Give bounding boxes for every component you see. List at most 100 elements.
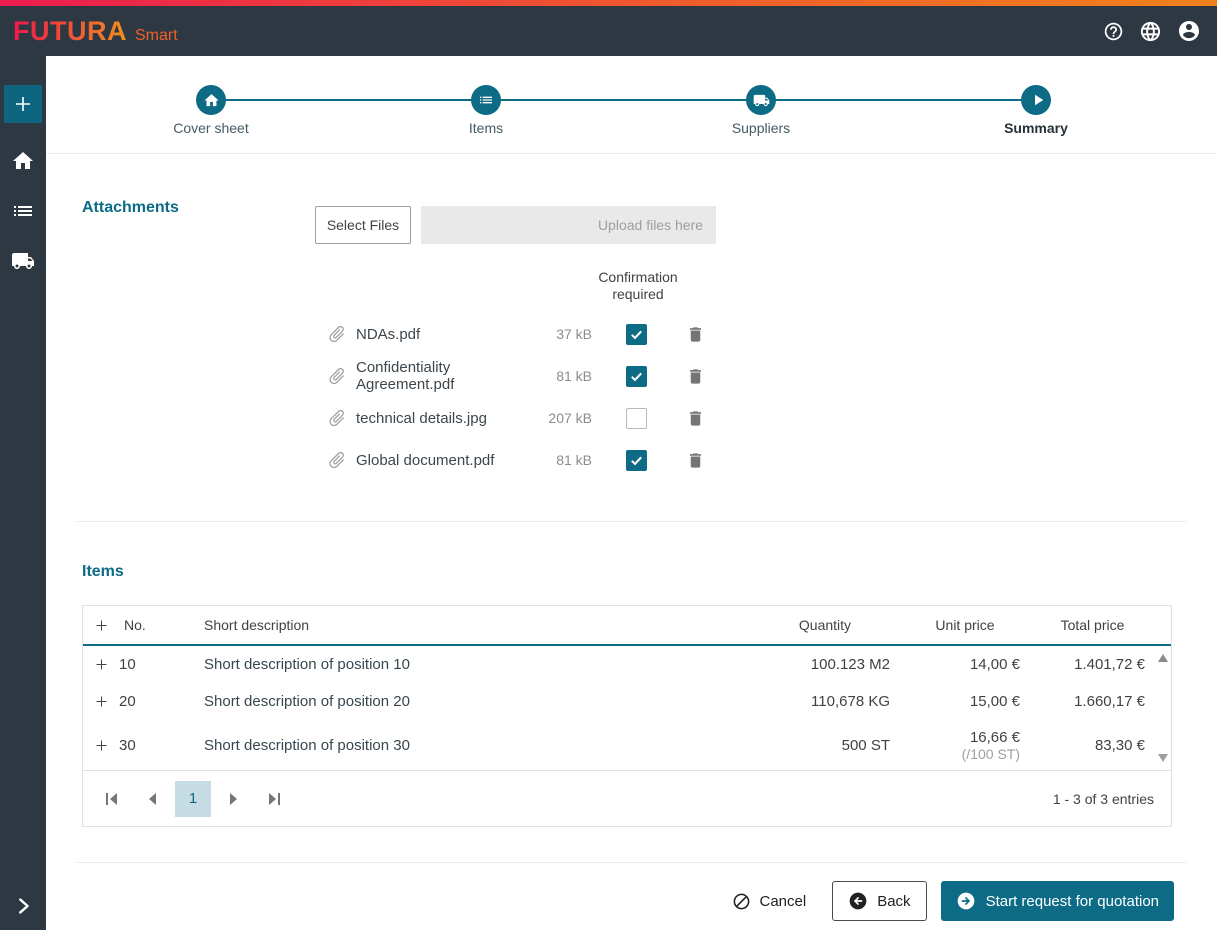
cell-total-price: 83,30 € <box>1094 736 1145 754</box>
confirmation-checkbox[interactable] <box>626 449 647 471</box>
column-header-short-description[interactable]: Short description <box>182 617 750 633</box>
stepper: Cover sheet Items Suppliers Summary <box>46 85 1217 137</box>
column-header-quantity[interactable]: Quantity <box>750 617 900 633</box>
app-header: FUTURA Smart <box>0 6 1217 56</box>
play-icon <box>1021 85 1051 115</box>
home-icon <box>196 85 226 115</box>
step-label: Suppliers <box>731 120 791 136</box>
select-files-button[interactable]: Select Files <box>315 206 411 244</box>
trash-icon[interactable] <box>686 409 706 428</box>
checkbox-check-icon <box>631 456 642 465</box>
back-label: Back <box>877 892 911 910</box>
main-content: Cover sheet Items Suppliers Summary Atta… <box>46 56 1217 930</box>
help-icon[interactable] <box>1103 21 1124 42</box>
column-header-no[interactable]: No. <box>119 617 182 633</box>
start-request-for-quotation-button[interactable]: Start request for quotation <box>940 881 1174 921</box>
sidebar-list-icon[interactable] <box>11 199 35 223</box>
dropzone-placeholder: Upload files here <box>597 217 703 233</box>
expand-row-icon[interactable] <box>83 656 119 673</box>
brand-suffix: Smart <box>134 26 178 44</box>
table-scrollbar[interactable] <box>1155 646 1171 770</box>
table-row: 20 Short description of position 20 110,… <box>83 683 1155 720</box>
truck-icon <box>746 85 776 115</box>
file-dropzone[interactable]: Upload files here <box>421 206 716 244</box>
confirmation-checkbox[interactable] <box>626 407 647 429</box>
step-label: Cover sheet <box>173 120 249 136</box>
step-items[interactable]: Items <box>406 85 566 136</box>
cell-quantity: 100.123 M2 <box>810 656 890 673</box>
user-icon[interactable] <box>1177 19 1201 43</box>
submit-label: Start request for quotation <box>985 892 1159 910</box>
cell-description: Short description of position 10 <box>204 656 410 673</box>
checkbox-check-icon <box>631 372 642 381</box>
back-button[interactable]: Back <box>832 881 927 921</box>
column-header-unit-price[interactable]: Unit price <box>900 617 1030 633</box>
file-name: technical details.jpg <box>356 409 487 427</box>
cancel-label: Cancel <box>759 892 807 910</box>
cell-no: 20 <box>119 693 136 710</box>
divider <box>76 521 1187 522</box>
sidebar-home-icon[interactable] <box>11 149 35 173</box>
step-cover-sheet[interactable]: Cover sheet <box>131 85 291 136</box>
expand-plus-icon[interactable] <box>83 617 119 634</box>
arrow-left-circle-icon <box>848 891 868 911</box>
prev-page-icon[interactable] <box>135 781 171 817</box>
file-row: technical details.jpg 207 kB <box>82 397 1181 439</box>
confirmation-checkbox[interactable] <box>626 323 647 345</box>
items-table-pager: 1 1 - 3 of 3 entries <box>83 770 1171 826</box>
cell-no: 30 <box>119 736 136 754</box>
paperclip-icon <box>327 324 347 344</box>
cell-quantity: 500 ST <box>841 736 890 754</box>
trash-icon[interactable] <box>686 367 706 386</box>
paperclip-icon <box>327 450 347 470</box>
trash-icon[interactable] <box>686 451 706 470</box>
chevron-right-icon[interactable] <box>0 895 46 917</box>
file-name: NDAs.pdf <box>356 325 421 343</box>
file-size: 37 kB <box>556 326 592 342</box>
new-request-button[interactable] <box>4 85 42 123</box>
attachments-title: Attachments <box>82 199 179 216</box>
trash-icon[interactable] <box>686 325 706 344</box>
cell-unit-price: 15,00 € <box>969 693 1020 710</box>
confirmation-checkbox[interactable] <box>626 365 647 387</box>
last-page-icon[interactable] <box>255 781 291 817</box>
sidebar <box>0 56 46 930</box>
paperclip-icon <box>327 366 347 386</box>
cell-unit-price: 14,00 € <box>969 656 1020 673</box>
column-header-total-price[interactable]: Total price <box>1030 617 1155 633</box>
paperclip-icon <box>327 408 347 428</box>
items-title: Items <box>82 563 124 580</box>
cell-quantity: 110,678 KG <box>811 693 890 710</box>
file-size: 81 kB <box>556 368 592 384</box>
file-size: 81 kB <box>556 452 592 468</box>
globe-icon[interactable] <box>1139 20 1162 43</box>
items-table-header: No. Short description Quantity Unit pric… <box>83 606 1171 646</box>
expand-row-icon[interactable] <box>83 693 119 710</box>
next-page-icon[interactable] <box>215 781 251 817</box>
file-row: Confidentiality Agreement.pdf 81 kB <box>82 355 1181 397</box>
cell-description: Short description of position 20 <box>204 693 410 710</box>
scroll-up-icon[interactable] <box>1158 654 1168 662</box>
page-number-current[interactable]: 1 <box>175 780 211 817</box>
cell-unit-price: 16,66 € (/100 ST) <box>900 729 1030 762</box>
sidebar-truck-icon[interactable] <box>11 249 35 273</box>
stepper-connector-line <box>211 99 1036 101</box>
ban-icon <box>732 892 751 911</box>
cell-total-price: 1.401,72 € <box>1074 656 1145 673</box>
attachments-section: Attachments Select Files Upload files he… <box>46 198 1217 481</box>
arrow-right-circle-icon <box>956 891 976 911</box>
file-name: Global document.pdf <box>356 451 495 469</box>
cancel-button[interactable]: Cancel <box>732 892 807 911</box>
items-table: No. Short description Quantity Unit pric… <box>82 605 1172 827</box>
step-suppliers[interactable]: Suppliers <box>681 85 841 136</box>
expand-row-icon[interactable] <box>83 737 119 754</box>
brand-name: FUTURA <box>13 15 127 46</box>
cell-total-price: 1.660,17 € <box>1074 693 1145 710</box>
first-page-icon[interactable] <box>95 781 131 817</box>
step-summary[interactable]: Summary <box>956 85 1116 136</box>
unit-price-note: (/100 ST) <box>961 745 1020 762</box>
brand-logo: FUTURA Smart <box>13 16 178 47</box>
scroll-down-icon[interactable] <box>1158 754 1168 762</box>
plus-icon <box>11 92 35 116</box>
divider <box>46 153 1217 154</box>
